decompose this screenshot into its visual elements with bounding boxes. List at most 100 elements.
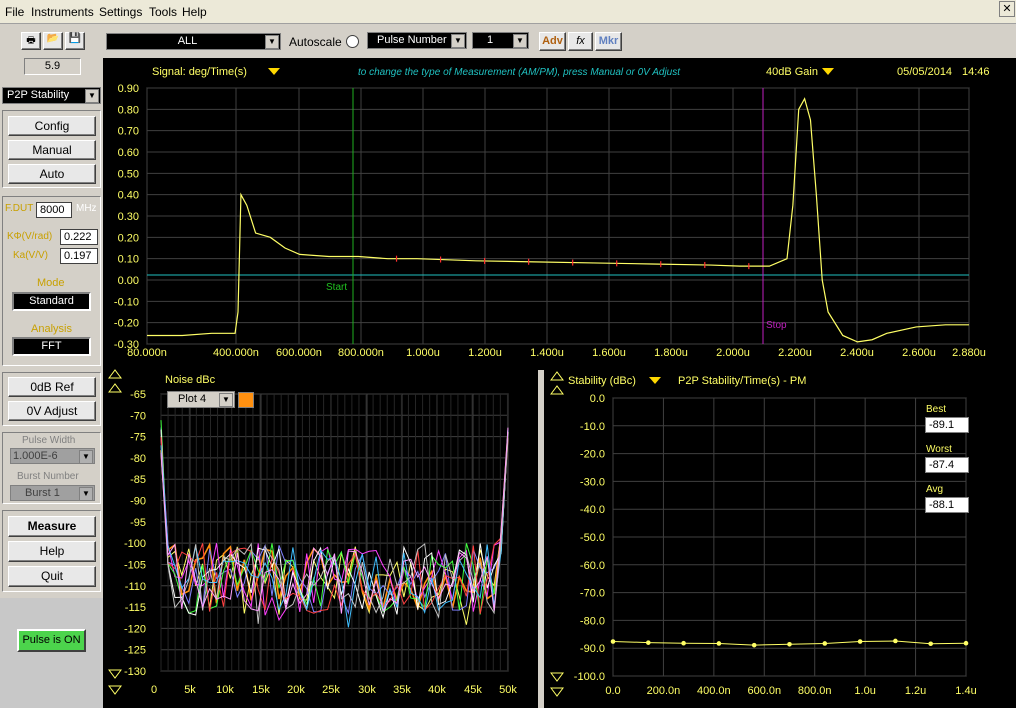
channel-select[interactable]: ALL ▼ — [106, 33, 281, 50]
menu-file[interactable]: File — [5, 5, 24, 19]
menu-help[interactable]: Help — [182, 5, 207, 19]
chevron-down-icon[interactable]: ▼ — [265, 35, 279, 49]
signal-y-tick-label: 0.00 — [118, 275, 139, 287]
stability-y-tick-label: -70.0 — [580, 588, 605, 600]
mode-select[interactable]: P2P Stability ▼ — [2, 87, 101, 104]
worst-value: -87.4 — [925, 457, 969, 473]
best-value: -89.1 — [925, 417, 969, 433]
noise-y-tick-label: -80 — [130, 453, 146, 465]
burst-value: Burst 1 — [25, 487, 60, 499]
stability-y-tick-label: -20.0 — [580, 449, 605, 461]
noise-x-tick-label: 50k — [499, 684, 517, 696]
date-label: 05/05/2014 — [897, 66, 952, 78]
gain-label[interactable]: 40dB Gain — [766, 66, 818, 78]
burst-select[interactable]: Burst 1 ▼ — [10, 485, 95, 501]
analysis-label: Analysis — [31, 323, 72, 335]
noise-y-tick-label: -100 — [124, 538, 146, 550]
noise-y-tick-label: -120 — [124, 623, 146, 635]
stability-x-tick-label: 600.0n — [747, 685, 781, 697]
signal-x-tick-label: 80.000n — [127, 347, 167, 359]
stability-y-tick-label: -100.0 — [574, 671, 605, 683]
stability-point — [822, 641, 828, 646]
stability-point — [857, 639, 863, 644]
help-button[interactable]: Help — [8, 541, 96, 562]
noise-y-tick-label: -85 — [130, 474, 146, 486]
noise-y-tick-label: -90 — [130, 496, 146, 508]
open-folder-icon[interactable]: 📂 — [43, 32, 63, 50]
fdut-input[interactable]: 8000 — [36, 202, 72, 218]
signal-y-tick-label: -0.10 — [114, 296, 139, 308]
auto-button[interactable]: Auto — [8, 164, 96, 184]
zero-db-ref-button[interactable]: 0dB Ref — [8, 377, 96, 397]
noise-y-tick-label: -75 — [130, 432, 146, 444]
stability-title[interactable]: Stability (dBc) — [568, 375, 636, 387]
menu-bar: File Instruments Settings Tools Help ✕ — [0, 0, 1016, 24]
stop-label: Stop — [766, 320, 787, 331]
zero-v-adjust-button[interactable]: 0V Adjust — [8, 401, 96, 421]
stability-x-tick-label: 800.0n — [798, 685, 832, 697]
stability-point — [893, 638, 898, 644]
burst-number-label: Burst Number — [17, 471, 79, 482]
noise-x-tick-label: 35k — [393, 684, 411, 696]
autoscale-radio[interactable] — [346, 35, 359, 48]
stability-x-tick-label: 400.0n — [697, 685, 731, 697]
ka-value[interactable]: 0.197 — [60, 248, 98, 264]
pulse-width-select[interactable]: 1.000E-6 ▼ — [10, 448, 95, 464]
signal-x-tick-label: 1.000u — [406, 347, 440, 359]
stability-y-tick-label: -80.0 — [580, 615, 605, 627]
stability-y-tick-label: 0.0 — [590, 393, 605, 405]
manual-button[interactable]: Manual — [8, 140, 96, 160]
noise-x-tick-label: 45k — [464, 684, 482, 696]
chevron-down-icon[interactable]: ▼ — [219, 393, 233, 407]
toolbar: ALL ▼ Autoscale Pulse Number ▼ 1 ▼ Adv f… — [103, 24, 1016, 58]
signal-x-ticks: 80.000n 400.000n 600.000n 800.000n 1.000u 1.2… — [127, 347, 986, 359]
pulse-status-indicator[interactable]: Pulse is ON — [17, 629, 86, 652]
chevron-down-icon[interactable]: ▼ — [79, 450, 93, 464]
pulse-select[interactable]: Pulse Number ▼ — [367, 32, 467, 49]
noise-y-tick-label: -130 — [124, 666, 146, 678]
signal-type-label[interactable]: Signal: deg/Time(s) — [152, 66, 247, 78]
menu-tools[interactable]: Tools — [149, 5, 177, 19]
signal-y-tick-label: 0.50 — [118, 168, 139, 180]
ka-label: Ka(V/V) — [13, 250, 49, 261]
noise-y-tick-label: -115 — [125, 602, 146, 614]
chevron-down-icon[interactable]: ▼ — [513, 34, 527, 48]
quit-button[interactable]: Quit — [8, 566, 96, 587]
pulse-index-select[interactable]: 1 ▼ — [472, 32, 529, 49]
signal-x-tick-label: 2.200u — [778, 347, 812, 359]
kphi-value[interactable]: 0.222 — [60, 229, 98, 245]
menu-instruments[interactable]: Instruments — [31, 5, 94, 19]
noise-y-tick-label: -95 — [130, 517, 146, 529]
save-icon[interactable]: 💾 — [65, 32, 85, 50]
signal-y-tick-label: 0.10 — [118, 254, 139, 266]
autoscale-label: Autoscale — [289, 35, 342, 49]
signal-x-tick-label: 1.400u — [530, 347, 564, 359]
signal-x-tick-label: 2.400u — [840, 347, 874, 359]
pulse-index-value: 1 — [487, 34, 494, 46]
mkr-button[interactable]: Mkr — [595, 32, 622, 51]
measure-button[interactable]: Measure — [8, 516, 96, 537]
pulse-width-value: 1.000E-6 — [13, 450, 58, 462]
menu-settings[interactable]: Settings — [99, 5, 142, 19]
chevron-down-icon[interactable]: ▼ — [85, 89, 99, 103]
noise-title: Noise dBc — [165, 374, 216, 386]
fx-button[interactable]: fx — [568, 32, 593, 51]
fdut-unit: MHz — [76, 203, 97, 214]
config-button[interactable]: Config — [8, 116, 96, 136]
stability-point — [610, 639, 616, 644]
signal-y-tick-label: 0.40 — [118, 190, 139, 202]
chevron-down-icon[interactable]: ▼ — [451, 34, 465, 48]
print-icon[interactable]: 🖶 — [21, 32, 41, 50]
close-icon[interactable]: ✕ — [999, 1, 1015, 17]
mode-display[interactable]: Standard — [12, 292, 91, 311]
plot-color-swatch[interactable] — [238, 392, 254, 408]
chevron-down-icon[interactable]: ▼ — [79, 487, 93, 501]
plot-select[interactable]: Plot 4 ▼ — [167, 391, 235, 408]
pulse-width-label: Pulse Width — [22, 435, 76, 446]
worst-label: Worst — [926, 444, 952, 455]
adv-button[interactable]: Adv — [539, 32, 566, 51]
analysis-display[interactable]: FFT — [12, 337, 91, 356]
stability-y-tick-label: -10.0 — [580, 421, 605, 433]
avg-label: Avg — [926, 484, 943, 495]
stability-y-tick-label: -50.0 — [580, 532, 605, 544]
